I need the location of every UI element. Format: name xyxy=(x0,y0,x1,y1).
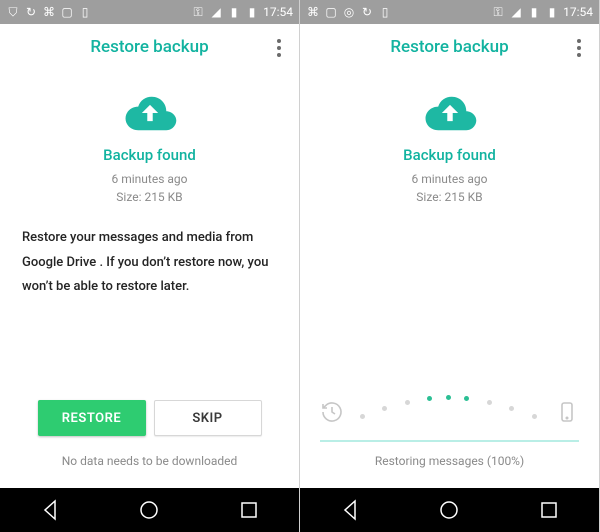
status-bar: ⌘ ▢ ◎ ↻ ▯ ⚿ ◢ ▮ ▮ 17:54 xyxy=(300,0,599,24)
clock: 17:54 xyxy=(563,5,593,19)
battery-icon: ▮ xyxy=(545,5,559,19)
backup-meta: 6 minutes ago Size: 215 KB xyxy=(112,170,188,206)
chat-icon: ⌘ xyxy=(306,5,320,19)
cloud-upload-icon xyxy=(121,92,179,134)
restore-description: Restore your messages and media from Goo… xyxy=(22,226,277,300)
chat-icon: ⌘ xyxy=(42,5,56,19)
page-title: Restore backup xyxy=(90,37,208,57)
image-icon: ▢ xyxy=(60,5,74,19)
backup-found-label: Backup found xyxy=(403,146,496,164)
progress-area xyxy=(320,392,579,442)
sync-icon: ↻ xyxy=(360,5,374,19)
nav-recent-button[interactable] xyxy=(537,498,561,522)
nav-bar xyxy=(0,488,299,532)
nav-home-button[interactable] xyxy=(137,498,161,522)
nav-back-button[interactable] xyxy=(338,498,362,522)
screen-restore-progress: ⌘ ▢ ◎ ↻ ▯ ⚿ ◢ ▮ ▮ 17:54 Restore backup B… xyxy=(300,0,600,532)
overflow-menu-button[interactable] xyxy=(569,36,589,60)
cloud-upload-icon xyxy=(421,92,479,134)
history-icon xyxy=(320,400,344,428)
progress-dots xyxy=(356,392,543,424)
key-icon: ⚿ xyxy=(191,5,205,19)
screen-restore-prompt: ⛉ ↻ ⌘ ▢ ▯ ⚿ ◢ ▮ ▮ 17:54 Restore backup B… xyxy=(0,0,300,532)
phone-icon xyxy=(555,400,579,428)
status-left-icons: ⌘ ▢ ◎ ↻ ▯ xyxy=(306,5,392,19)
sync-icon: ↻ xyxy=(24,5,38,19)
restore-button[interactable]: RESTORE xyxy=(38,400,146,436)
nav-back-button[interactable] xyxy=(38,498,62,522)
device-icon: ▯ xyxy=(78,5,92,19)
status-bar: ⛉ ↻ ⌘ ▢ ▯ ⚿ ◢ ▮ ▮ 17:54 xyxy=(0,0,299,24)
button-row: RESTORE SKIP xyxy=(0,400,299,436)
shield-icon: ⛉ xyxy=(6,5,20,19)
clock: 17:54 xyxy=(263,5,293,19)
footer-note: No data needs to be downloaded xyxy=(0,454,299,468)
wifi-icon: ◢ xyxy=(509,5,523,19)
backup-time: 6 minutes ago xyxy=(412,170,488,188)
signal-icon: ▮ xyxy=(527,5,541,19)
backup-found-label: Backup found xyxy=(103,146,196,164)
image-icon: ▢ xyxy=(324,5,338,19)
backup-time: 6 minutes ago xyxy=(112,170,188,188)
app-bar: Restore backup xyxy=(300,24,599,70)
page-title: Restore backup xyxy=(390,37,508,57)
key-icon: ⚿ xyxy=(491,5,505,19)
battery-icon: ▮ xyxy=(245,5,259,19)
status-right-icons: ⚿ ◢ ▮ ▮ 17:54 xyxy=(491,5,593,19)
app-bar: Restore backup xyxy=(0,24,299,70)
transfer-animation xyxy=(320,392,579,436)
skip-button[interactable]: SKIP xyxy=(154,400,262,436)
location-icon: ◎ xyxy=(342,5,356,19)
device-icon: ▯ xyxy=(378,5,392,19)
backup-meta: 6 minutes ago Size: 215 KB xyxy=(412,170,488,206)
nav-bar xyxy=(300,488,599,532)
nav-home-button[interactable] xyxy=(437,498,461,522)
backup-size: Size: 215 KB xyxy=(412,188,488,206)
overflow-menu-button[interactable] xyxy=(269,36,289,60)
nav-recent-button[interactable] xyxy=(237,498,261,522)
status-right-icons: ⚿ ◢ ▮ ▮ 17:54 xyxy=(191,5,293,19)
signal-icon: ▮ xyxy=(227,5,241,19)
wifi-icon: ◢ xyxy=(209,5,223,19)
restore-status-text: Restoring messages (100%) xyxy=(300,454,599,468)
backup-size: Size: 215 KB xyxy=(112,188,188,206)
status-left-icons: ⛉ ↻ ⌘ ▢ ▯ xyxy=(6,5,92,19)
progress-bar xyxy=(320,440,579,442)
